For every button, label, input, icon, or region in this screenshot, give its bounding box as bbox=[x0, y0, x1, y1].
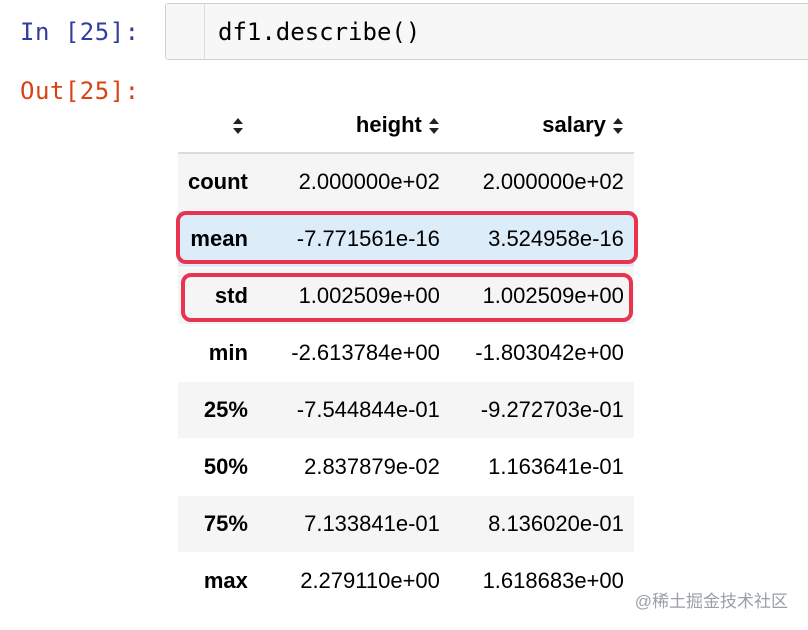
table-row: 50% 2.837879e-02 1.163641e-01 bbox=[178, 438, 634, 496]
sort-updown-icon[interactable] bbox=[232, 117, 244, 135]
describe-table: height salary count 2.000000e+02 2.00000… bbox=[178, 97, 634, 609]
cell-height: -7.544844e-01 bbox=[257, 381, 450, 439]
input-prompt: In [25]: bbox=[20, 18, 140, 46]
cell-height: -7.771561e-16 bbox=[257, 210, 450, 268]
table-row: 75% 7.133841e-01 8.136020e-01 bbox=[178, 495, 634, 553]
cell-salary: 1.618683e+00 bbox=[449, 552, 634, 609]
cell-height: 2.000000e+02 bbox=[298, 169, 440, 194]
column-header-label: salary bbox=[542, 111, 606, 137]
column-header-salary[interactable]: salary bbox=[449, 97, 634, 154]
table-row: min -2.613784e+00 -1.803042e+00 bbox=[178, 324, 634, 382]
row-label: mean bbox=[178, 210, 258, 268]
table-row: std 1.002509e+00 1.002509e+00 bbox=[178, 267, 634, 325]
cell-height: 7.133841e-01 bbox=[257, 495, 450, 553]
row-label: 50% bbox=[178, 438, 258, 496]
cell-salary: 8.136020e-01 bbox=[449, 495, 634, 553]
row-label: 75% bbox=[178, 495, 258, 553]
index-header[interactable] bbox=[178, 97, 258, 154]
table-row: max 2.279110e+00 1.618683e+00 bbox=[178, 552, 634, 609]
code-text[interactable]: df1.describe() bbox=[218, 18, 420, 46]
column-header-label: height bbox=[355, 111, 422, 137]
table-row: 25% -7.544844e-01 -9.272703e-01 bbox=[178, 381, 634, 439]
cell-salary: 2.000000e+02 bbox=[482, 169, 624, 194]
sort-updown-icon[interactable] bbox=[428, 117, 440, 135]
row-label: 25% bbox=[178, 381, 258, 439]
cell-height: 2.279110e+00 bbox=[257, 552, 450, 609]
code-gutter bbox=[166, 4, 205, 59]
row-label: max bbox=[178, 552, 258, 609]
cell-height: -2.613784e+00 bbox=[257, 324, 450, 382]
watermark: @稀土掘金技术社区 bbox=[634, 592, 788, 611]
code-cell[interactable]: df1.describe() bbox=[165, 3, 808, 60]
column-header-height[interactable]: height bbox=[257, 97, 450, 154]
table-header-row: height salary bbox=[178, 97, 634, 154]
cell-salary: -9.272703e-01 bbox=[449, 381, 634, 439]
cell-height: 1.002509e+00 bbox=[257, 267, 450, 325]
cell-salary: 1.002509e+00 bbox=[449, 267, 634, 325]
row-label: std bbox=[178, 267, 258, 325]
sort-updown-icon[interactable] bbox=[612, 117, 624, 135]
table-row: mean -7.771561e-16 3.524958e-16 bbox=[178, 210, 634, 268]
output-prompt: Out[25]: bbox=[20, 77, 140, 105]
row-label: min bbox=[178, 324, 258, 382]
cell-salary: -1.803042e+00 bbox=[449, 324, 634, 382]
cell-salary: 3.524958e-16 bbox=[449, 210, 634, 268]
row-label: count bbox=[188, 169, 248, 194]
cell-height: 2.837879e-02 bbox=[257, 438, 450, 496]
table-row: count 2.000000e+02 2.000000e+02 bbox=[178, 153, 634, 211]
cell-salary: 1.163641e-01 bbox=[449, 438, 634, 496]
